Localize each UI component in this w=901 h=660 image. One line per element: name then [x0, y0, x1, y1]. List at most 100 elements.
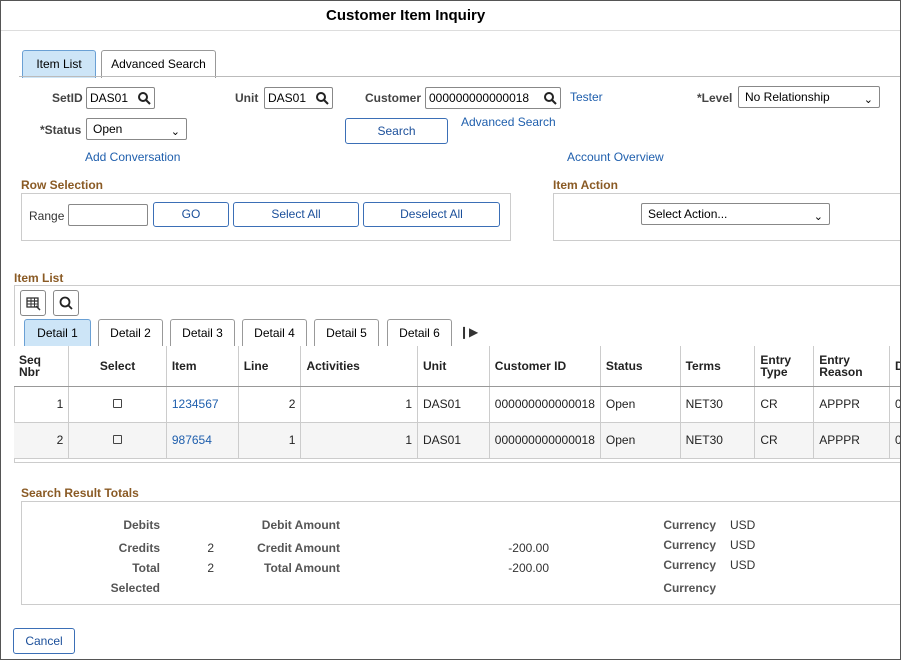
level-select[interactable]: No Relationship ⌄ — [738, 86, 880, 108]
row-select-checkbox[interactable] — [113, 435, 123, 444]
currency-value: USD — [730, 558, 756, 572]
col-entry-reason: Entry Reason — [813, 346, 891, 387]
col-item: Item — [166, 346, 239, 387]
status-label: *Status — [40, 123, 82, 137]
item-action-title: Item Action — [553, 178, 618, 192]
item-cell: 1234567 — [166, 386, 239, 423]
col-unit: Unit — [417, 346, 490, 387]
debits-label: Debits — [123, 518, 160, 532]
customer-name-link[interactable]: Tester — [570, 90, 603, 104]
status-cell: Open — [600, 422, 681, 459]
row-select-checkbox[interactable] — [113, 399, 123, 408]
customer-value: 000000000000018 — [429, 91, 530, 105]
chevron-down-icon: ⌄ — [863, 94, 873, 106]
add-conversation-link[interactable]: Add Conversation — [85, 150, 180, 164]
status-select[interactable]: Open ⌄ — [86, 118, 187, 140]
entry-reason-cell: APPPR — [813, 422, 891, 459]
customer-label: Customer — [365, 91, 422, 105]
col-activities: Activities — [300, 346, 418, 387]
advanced-search-link[interactable]: Advanced Search — [461, 115, 556, 129]
level-label: *Level — [697, 91, 733, 105]
currency-label: Currency — [663, 518, 716, 532]
activities-cell: 1 — [300, 386, 418, 423]
personalize-grid-button[interactable] — [20, 290, 46, 316]
tab-detail-6[interactable]: Detail 6 — [387, 319, 452, 347]
entry-reason-cell: APPPR — [813, 386, 891, 423]
account-overview-link[interactable]: Account Overview — [567, 150, 664, 164]
table-row: 1 1234567 2 1 DAS01 000000000000018 Open… — [14, 386, 900, 423]
col-terms: Terms — [680, 346, 756, 387]
line-cell: 1 — [238, 422, 302, 459]
status-value: Open — [93, 122, 123, 136]
tab-item-list[interactable]: Item List — [22, 50, 96, 78]
item-table: Seq Nbr Select Item Line Activities Unit… — [14, 346, 900, 459]
totals-title: Search Result Totals — [21, 486, 139, 500]
selected-label: Selected — [110, 581, 160, 595]
col-entry-type: Entry Type — [754, 346, 815, 387]
credit-amount: -200.00 — [508, 541, 549, 555]
tab-detail-3[interactable]: Detail 3 — [170, 319, 235, 347]
table-header-row: Seq Nbr Select Item Line Activities Unit… — [14, 346, 900, 387]
entry-type-cell: CR — [754, 422, 815, 459]
search-icon — [59, 296, 73, 310]
terms-cell: NET30 — [680, 386, 756, 423]
grid-table-wrap: Seq Nbr Select Item Line Activities Unit… — [14, 346, 900, 462]
grid-settings-icon — [26, 297, 41, 311]
total-label: Total — [132, 561, 160, 575]
setid-input[interactable]: DAS01 — [86, 87, 155, 109]
col-seq-nbr: Seq Nbr — [14, 346, 70, 387]
cancel-button[interactable]: Cancel — [13, 628, 75, 654]
item-link[interactable]: 987654 — [172, 433, 212, 447]
lookup-icon[interactable] — [543, 91, 557, 105]
currency-value: USD — [730, 538, 756, 552]
range-label: Range — [29, 209, 65, 223]
total-amount-label: Total Amount — [264, 561, 340, 575]
status-cell: Open — [600, 386, 681, 423]
credit-amount-label: Credit Amount — [257, 541, 340, 555]
deselect-all-button[interactable]: Deselect All — [363, 202, 500, 227]
item-list-title: Item List — [14, 271, 64, 285]
tab-detail-1[interactable]: Detail 1 — [24, 319, 91, 347]
col-d: D — [889, 346, 900, 387]
tab-advanced-search[interactable]: Advanced Search — [101, 50, 216, 78]
range-input[interactable] — [68, 204, 148, 226]
activities-cell: 1 — [300, 422, 418, 459]
tab-detail-4[interactable]: Detail 4 — [242, 319, 307, 347]
select-all-button[interactable]: Select All — [233, 202, 359, 227]
terms-cell: NET30 — [680, 422, 756, 459]
tab-detail-5[interactable]: Detail 5 — [314, 319, 379, 347]
line-cell: 2 — [238, 386, 302, 423]
item-link[interactable]: 1234567 — [172, 397, 219, 411]
credits-label: Credits — [118, 541, 160, 555]
chevron-down-icon: ⌄ — [170, 126, 180, 138]
d-cell: 0 — [889, 422, 900, 459]
debit-amount-label: Debit Amount — [261, 518, 340, 532]
customer-input[interactable]: 000000000000018 — [425, 87, 561, 109]
lookup-icon[interactable] — [137, 91, 151, 105]
col-select: Select — [68, 346, 167, 387]
col-line: Line — [238, 346, 302, 387]
total-amount: -200.00 — [508, 561, 549, 575]
go-button[interactable]: GO — [153, 202, 229, 227]
currency-label: Currency — [663, 558, 716, 572]
currency-label: Currency — [663, 581, 716, 595]
seq-cell: 2 — [14, 422, 70, 459]
tab-detail-2[interactable]: Detail 2 — [98, 319, 163, 347]
customer-id-cell: 000000000000018 — [489, 386, 601, 423]
credits-count: 2 — [207, 541, 214, 555]
col-customer-id: Customer ID — [489, 346, 601, 387]
unit-cell: DAS01 — [417, 386, 490, 423]
unit-value: DAS01 — [268, 91, 307, 105]
item-action-select[interactable]: Select Action... ⌄ — [641, 203, 830, 225]
find-in-grid-button[interactable] — [53, 290, 79, 316]
unit-input[interactable]: DAS01 — [264, 87, 333, 109]
unit-cell: DAS01 — [417, 422, 490, 459]
page-title: Customer Item Inquiry — [1, 1, 900, 31]
show-all-columns-icon[interactable]: ❙▶ — [459, 325, 478, 339]
search-button[interactable]: Search — [345, 118, 448, 144]
d-cell: 0 — [889, 386, 900, 423]
lookup-icon[interactable] — [315, 91, 329, 105]
seq-cell: 1 — [14, 386, 70, 423]
col-status: Status — [600, 346, 681, 387]
totals-box: Debits Debit Amount Currency USD Credits… — [21, 501, 900, 605]
